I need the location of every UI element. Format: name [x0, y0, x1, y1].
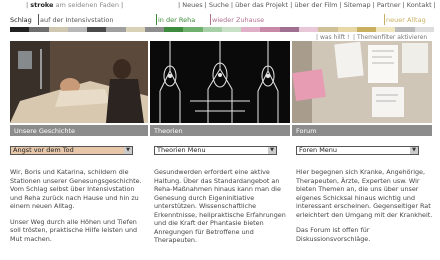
color-strip-cell[interactable] — [221, 27, 242, 32]
photo-hospital-bed[interactable] — [10, 41, 148, 123]
foren-select-value: Foren Menu — [299, 146, 338, 154]
color-strip-cell[interactable] — [298, 27, 319, 32]
was-hilft-link[interactable]: | was hilft ! — [316, 34, 349, 41]
color-strip-cell[interactable] — [87, 27, 107, 32]
geschichte-select[interactable]: Angst vor dem Tod ▼ — [10, 146, 133, 155]
paragraph: Unser Weg durch alle Höhen und Tiefen so… — [10, 217, 138, 243]
tab-forum[interactable]: Forum — [292, 125, 432, 136]
themenfilter-link[interactable]: | Themenfilter aktivieren — [353, 34, 427, 41]
paragraph: Wir, Boris und Katarina, schildern die S… — [10, 168, 142, 210]
paragraph: Hier begegnen sich Kranke, Angehörige, T… — [296, 168, 433, 219]
top-bar: | stroke am seidenen Faden | | Neues | Su… — [0, 0, 440, 10]
nav-kontakt[interactable]: Kontakt — [407, 1, 432, 9]
color-strip-cell[interactable] — [414, 27, 434, 32]
color-strip-cell[interactable] — [279, 27, 299, 32]
color-strip-cell[interactable] — [125, 27, 145, 32]
photo-note-wall[interactable] — [292, 41, 432, 123]
color-strip-cell[interactable] — [260, 27, 280, 32]
path-zuhause[interactable]: wieder Zuhause — [212, 16, 264, 24]
foren-select[interactable]: Foren Menu ▼ — [296, 146, 419, 155]
site-brand[interactable]: | stroke am seidenen Faden | — [26, 1, 123, 9]
color-strip-cell[interactable] — [356, 27, 377, 32]
geschichte-select-value: Angst vor dem Tod — [13, 146, 74, 154]
color-strip-cell[interactable] — [106, 27, 126, 32]
brand-subtitle: am seidenen Faden — [55, 1, 119, 9]
color-strip-cell[interactable] — [48, 27, 68, 32]
color-strip-cell[interactable] — [164, 27, 184, 32]
chevron-down-icon: ▼ — [410, 147, 418, 154]
top-nav: | Neues | Suche | über das Projekt | über d… — [178, 1, 436, 9]
theorien-select[interactable]: Theorien Menu ▼ — [154, 146, 277, 155]
theorien-select-value: Theorien Menu — [157, 146, 206, 154]
chevron-down-icon: ▼ — [124, 147, 132, 154]
story-path-bar: Schlag auf der Intensivstation in der Re… — [0, 14, 440, 26]
path-divider — [384, 14, 385, 25]
color-strip-cell[interactable] — [202, 27, 222, 32]
paragraph: Gesundwerden erfordert eine aktive Haltu… — [154, 168, 286, 244]
color-strip-cell[interactable] — [67, 27, 88, 32]
path-reha[interactable]: in der Reha — [158, 16, 195, 24]
themenfilter-label: Themenfilter aktivieren — [356, 34, 428, 41]
color-strip-cell[interactable] — [10, 27, 30, 32]
color-strip-cell[interactable] — [183, 27, 203, 32]
path-divider — [156, 14, 157, 25]
paragraph: Das Forum ist offen für Diskussionsvorsc… — [296, 226, 371, 243]
theorien-description: Gesundwerden erfordert eine aktive Haltu… — [154, 168, 290, 252]
color-strip-cell[interactable] — [318, 27, 338, 32]
brand-name: stroke — [30, 1, 54, 9]
color-strip-cell[interactable] — [241, 27, 261, 32]
color-strip-cell[interactable] — [376, 27, 396, 32]
color-strip-cell[interactable] — [337, 27, 357, 32]
nav-sitemap[interactable]: Sitemap — [344, 1, 371, 9]
path-divider — [210, 14, 211, 25]
tab-theorien[interactable]: Theorien — [150, 125, 290, 136]
path-divider — [38, 14, 39, 25]
geschichte-description: Wir, Boris und Katarina, schildern die S… — [10, 168, 145, 250]
tab-unsere-geschichte[interactable]: Unsere Geschichte — [10, 125, 148, 136]
photo-nerve-illustration[interactable] — [150, 41, 290, 123]
chevron-down-icon: ▼ — [268, 147, 276, 154]
nav-film[interactable]: über der Film — [294, 1, 337, 9]
nav-neues[interactable]: Neues — [182, 1, 202, 9]
color-strip-cell[interactable] — [29, 27, 49, 32]
path-alltag[interactable]: neuer Alltag — [386, 16, 426, 24]
color-timeline-strip[interactable] — [10, 27, 434, 32]
color-strip-cell[interactable] — [144, 27, 165, 32]
forum-description: Hier begegnen sich Kranke, Angehörige, T… — [296, 168, 434, 250]
color-strip-cell[interactable] — [395, 27, 415, 32]
path-intensivstation[interactable]: auf der Intensivstation — [40, 16, 113, 24]
nav-projekt[interactable]: über das Projekt — [235, 1, 288, 9]
nav-suche[interactable]: Suche — [209, 1, 229, 9]
nav-partner[interactable]: Partner — [377, 1, 401, 9]
was-hilft-label: was hilft ! — [319, 34, 350, 41]
path-schlag[interactable]: Schlag — [10, 16, 32, 24]
